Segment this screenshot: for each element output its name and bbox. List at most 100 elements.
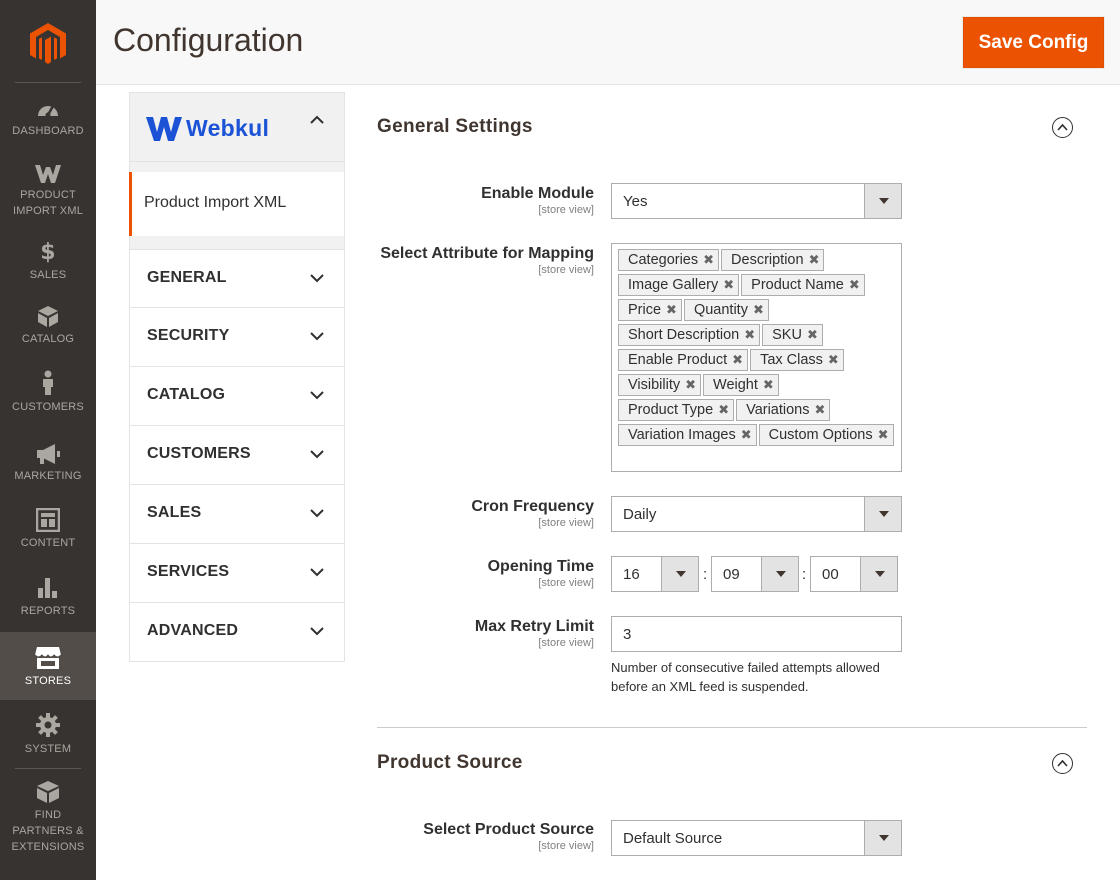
attribute-chip: Image Gallery ✖ [618, 274, 740, 296]
magento-logo-icon[interactable] [28, 22, 68, 66]
attribute-chip-label: Variations [746, 402, 810, 418]
enable-module-label: Enable Module [store view] [481, 185, 594, 216]
enable-module-select[interactable]: Yes [611, 183, 902, 219]
megaphone-icon [37, 444, 60, 464]
brand-name: Webkul [186, 115, 270, 141]
cron-frequency-select[interactable]: Daily [611, 496, 902, 532]
max-retry-note: Number of consecutive failed attempts al… [611, 660, 880, 694]
remove-chip-icon[interactable]: ✖ [753, 300, 764, 320]
tab-advanced[interactable]: ADVANCED [129, 603, 345, 662]
attribute-mapping-multiselect[interactable]: Categories ✖ Description ✖ Image Gallery ✖ Pro… [611, 243, 902, 472]
attribute-chip-label: Visibility [628, 377, 681, 393]
attribute-chip-label: Weight [713, 377, 758, 393]
opening-time-second-select[interactable]: 00 [810, 556, 898, 592]
dollar-icon: $ [40, 240, 55, 264]
cube-icon [38, 306, 58, 327]
person-icon [43, 370, 53, 395]
section-title-general-settings[interactable]: General Settings [377, 116, 533, 138]
attribute-chip: Categories ✖ [618, 249, 720, 271]
nav-dashboard[interactable]: DASHBOARD [0, 98, 96, 158]
nav-system[interactable]: SYSTEM [0, 712, 96, 762]
remove-chip-icon[interactable]: ✖ [807, 325, 818, 345]
tab-product-import-xml-label: Product Import XML [144, 194, 287, 211]
box-icon [37, 781, 59, 803]
nav-product-import-xml[interactable]: PRODUCT IMPORT XML [0, 164, 96, 226]
attribute-chip: Price ✖ [618, 299, 682, 321]
product-source-select[interactable]: Default Source [611, 820, 902, 856]
page-header: Configuration Save Config [96, 0, 1120, 85]
webkul-w-icon [35, 165, 61, 183]
nav-find-partners[interactable]: FIND PARTNERS & EXTENSIONS [0, 780, 96, 853]
nav-reports[interactable]: REPORTS [0, 576, 96, 626]
attribute-chip-label: Short Description [628, 327, 740, 343]
remove-chip-icon[interactable]: ✖ [763, 375, 774, 395]
tab-catalog[interactable]: CATALOG [129, 367, 345, 426]
tab-general[interactable]: GENERAL [129, 249, 345, 308]
dropdown-arrow-icon [661, 557, 698, 591]
attribute-chip: Tax Class ✖ [750, 349, 844, 371]
attribute-chip: SKU ✖ [762, 324, 823, 346]
chevron-down-icon [310, 450, 324, 459]
chevron-up-icon [310, 115, 324, 124]
nav-content[interactable]: CONTENT [0, 508, 96, 558]
remove-chip-icon[interactable]: ✖ [849, 275, 860, 295]
tab-customers[interactable]: CUSTOMERS [129, 426, 345, 485]
section-title-product-source[interactable]: Product Source [377, 752, 523, 774]
tab-security[interactable]: SECURITY [129, 308, 345, 367]
attribute-chip-label: Quantity [693, 302, 748, 318]
remove-chip-icon[interactable]: ✖ [744, 325, 755, 345]
chevron-down-icon [310, 568, 324, 577]
remove-chip-icon[interactable]: ✖ [685, 375, 696, 395]
nav-marketing[interactable]: MARKETING [0, 443, 96, 493]
attribute-chip: Product Name ✖ [741, 274, 865, 296]
nav-sales[interactable]: $ SALES [0, 238, 96, 288]
section-divider [377, 727, 1087, 728]
attribute-chip: Short Description ✖ [618, 324, 761, 346]
chevron-down-icon [310, 627, 324, 636]
remove-chip-icon[interactable]: ✖ [878, 425, 889, 445]
attribute-chip-label: Enable Product [628, 352, 728, 368]
remove-chip-icon[interactable]: ✖ [703, 250, 714, 270]
attribute-chip: Variations ✖ [736, 399, 831, 421]
remove-chip-icon[interactable]: ✖ [809, 250, 820, 270]
attribute-chip: Visibility ✖ [618, 374, 702, 396]
remove-chip-icon[interactable]: ✖ [741, 425, 752, 445]
chip-list: Categories ✖ Description ✖ Image Gallery ✖ Pro… [618, 248, 898, 448]
attribute-chip: Custom Options ✖ [758, 424, 894, 446]
remove-chip-icon[interactable]: ✖ [732, 350, 743, 370]
cron-frequency-label: Cron Frequency [store view] [471, 498, 594, 529]
remove-chip-icon[interactable]: ✖ [828, 350, 839, 370]
nav-stores[interactable]: STORES [0, 632, 96, 700]
tab-product-import-xml[interactable]: Product Import XML [129, 172, 345, 236]
attribute-chip-label: Product Type [628, 402, 714, 418]
admin-sidebar: DASHBOARD PRODUCT IMPORT XML $ SALES CAT… [0, 0, 96, 880]
remove-chip-icon[interactable]: ✖ [666, 300, 677, 320]
opening-time-minute-select[interactable]: 09 [711, 556, 799, 592]
page-title: Configuration [113, 22, 304, 58]
max-retry-input[interactable]: 3 [611, 616, 902, 652]
webkul-logo: Webkul [146, 115, 269, 142]
save-config-button[interactable]: Save Config [963, 17, 1104, 68]
chevron-up-icon [1057, 759, 1068, 767]
remove-chip-icon[interactable]: ✖ [723, 275, 734, 295]
dropdown-arrow-icon [864, 821, 901, 855]
content-icon [36, 508, 60, 532]
tab-webkul[interactable]: Webkul [129, 92, 345, 162]
collapse-product-source-button[interactable] [1052, 753, 1073, 774]
attribute-chip: Product Type ✖ [618, 399, 735, 421]
store-icon [34, 647, 62, 669]
opening-time-hour-select[interactable]: 16 [611, 556, 699, 592]
remove-chip-icon[interactable]: ✖ [718, 400, 729, 420]
attribute-chip: Description ✖ [721, 249, 825, 271]
attribute-chip-label: Product Name [751, 277, 844, 293]
nav-catalog[interactable]: CATALOG [0, 304, 96, 354]
product-source-label: Select Product Source [store view] [423, 821, 594, 852]
nav-customers[interactable]: CUSTOMERS [0, 370, 96, 422]
attribute-chip: Weight ✖ [703, 374, 779, 396]
dashboard-icon [38, 105, 58, 118]
collapse-general-settings-button[interactable] [1052, 117, 1073, 138]
remove-chip-icon[interactable]: ✖ [815, 400, 826, 420]
tab-services[interactable]: SERVICES [129, 544, 345, 603]
tab-sales[interactable]: SALES [129, 485, 345, 544]
chevron-up-icon [1057, 123, 1068, 131]
